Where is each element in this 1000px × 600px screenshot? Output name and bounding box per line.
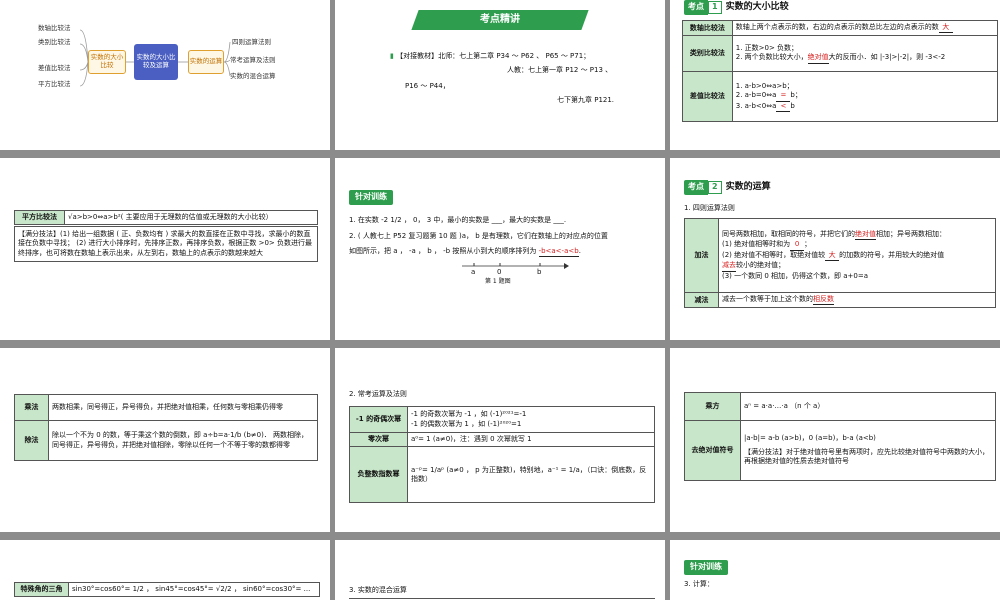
mm-right-node: 常考运算及法则 xyxy=(230,56,276,64)
slide-topic2: 考点 2 实数的运算 1. 四则运算法则 加法 同号两数相加，取相同的符号，并把… xyxy=(670,158,1000,340)
number-line xyxy=(462,263,569,269)
answer: < xyxy=(776,102,791,113)
power-abs-table: 乘方 aⁿ = a·a·…·a （n 个 a） 去绝对值符号 |a-b|= a-… xyxy=(684,392,996,481)
slide-topic1: 考点 1 实数的大小比较 数轴比较法 数轴上两个点表示的数，右边的点表示的数总比… xyxy=(670,0,1000,150)
table-row: 去绝对值符号 |a-b|= a-b (a>b)，0 (a=b)，b-a (a<b… xyxy=(684,420,996,481)
slide-practice2: 针对训练 3. 计算： xyxy=(670,540,1000,600)
question-2: 2. ( 人教七上 P52 复习题第 10 题 )a， b 是有理数，它们在数轴… xyxy=(349,232,608,240)
mm-topic-compare: 实数的大小比较 xyxy=(88,50,126,74)
table-row: 差值比较法 1. a-b>0⇔a>b； 2. a-b=0⇔a = b； 3. a-b… xyxy=(682,71,999,123)
table-row: 零次幂 a⁰= 1 (a≠0)，注：遇到 0 次幂就写 1 xyxy=(349,431,655,448)
mm-left-node: 类别比较法 xyxy=(38,38,71,46)
axis-label-a: a xyxy=(471,268,476,276)
slide-special-angles: 特殊角的三角 sin30°=cos60°= 1/2 ， sin45°=cos45… xyxy=(0,540,330,600)
practice-label: 针对训练 xyxy=(684,560,728,575)
answer: 大 xyxy=(938,23,953,34)
square-table: 平方比较法 √a>b>0⇔a>b²( 主要应用于无理数的估值或无理数的大小比较） xyxy=(14,209,318,226)
compare-table: 数轴比较法 数轴上两个点表示的数，右边的点表示的数总比左边的点表示的数大 类别比… xyxy=(682,19,999,123)
figure-caption: 第 1 题图 xyxy=(485,278,511,285)
section-banner: 考点精讲 xyxy=(411,10,589,30)
tip-box: 【满分技法】(1) 给出一组数据 ( 正、负数均有 ) 求最大的数直接在正数中寻… xyxy=(14,226,318,263)
add-sub-table: 加法 同号两数相加，取相同的符号，并把它们的绝对值相加；异号两数相加： (1) … xyxy=(684,218,996,309)
table-row: 类别比较法 1. 正数>0> 负数； 2. 两个负数比较大小，绝对值大的反而小．… xyxy=(682,35,999,73)
answer: 减去 xyxy=(722,261,736,272)
table-row: 乘法 两数相乘，同号得正，异号得负，并把绝对值相乘，任何数与零相乘仍得零 xyxy=(14,394,318,421)
slide-square-compare: 平方比较法 √a>b>0⇔a>b²( 主要应用于无理数的估值或无理数的大小比较）… xyxy=(0,158,330,340)
answer: 绝对值 xyxy=(855,230,876,241)
table-row: 除法 除以一个不为 0 的数，等于乘这个数的倒数，即 a÷b=a·1/b (b≠… xyxy=(14,420,318,461)
subheading: 1. 四则运算法则 xyxy=(684,204,735,212)
slide-common-ops: 2. 常考运算及法则 -1 的奇偶次幂 -1 的奇数次幂为 -1 ，如 (-1)… xyxy=(335,348,665,532)
table-row: 乘方 aⁿ = a·a·…·a （n 个 a） xyxy=(684,392,996,421)
ref-line: 七下第九章 P121. xyxy=(557,96,615,104)
question-3: 3. 计算： xyxy=(684,580,714,588)
textbook-reference: ▮ 【对接教材】北师：七上第二章 P34 ～ P62 、 P65 ～ P71； xyxy=(390,52,591,60)
slide-mixed-ops: 3. 实数的混合运算 xyxy=(335,540,665,600)
slide-mindmap: 数轴比较法 类别比较法 差值比较法 平方比较法 实数的大小比较 实数的大小比较及… xyxy=(0,0,330,150)
practice-label: 针对训练 xyxy=(349,190,393,205)
axis-label-0: 0 xyxy=(497,268,502,276)
answer: = xyxy=(776,91,791,102)
answer: -b<a<-a<b xyxy=(538,247,579,258)
table-row: 平方比较法 √a>b>0⇔a>b²( 主要应用于无理数的估值或无理数的大小比较） xyxy=(14,209,318,226)
axis-label-b: b xyxy=(537,268,542,276)
slide-mul-div: 乘法 两数相乘，同号得正，异号得负，并把绝对值相乘，任何数与零相乘仍得零 除法 … xyxy=(0,348,330,532)
mm-right-node: 实数的混合运算 xyxy=(230,72,276,80)
mm-left-node: 数轴比较法 xyxy=(38,24,71,32)
mm-right-node: 四则运算法则 xyxy=(232,38,271,46)
ref-line: 人教：七上第一章 P12 ～ P13 、 xyxy=(507,66,613,74)
answer: 绝对值 xyxy=(807,53,829,64)
slide-key-points: 考点精讲 ▮ 【对接教材】北师：七上第二章 P34 ～ P62 、 P65 ～ … xyxy=(335,0,665,150)
table-row: 减法 减去一个数等于加上这个数的相反数 xyxy=(684,291,996,309)
slide-power-abs: 乘方 aⁿ = a·a·…·a （n 个 a） 去绝对值符号 |a-b|= a-… xyxy=(670,348,1000,532)
answer: 0 xyxy=(790,240,805,251)
table-row: 特殊角的三角 sin30°=cos60°= 1/2 ， sin45°=cos45… xyxy=(14,581,320,598)
mm-left-node: 差值比较法 xyxy=(38,64,71,72)
answer: 大 xyxy=(825,251,840,262)
question-1: 1. 在实数 -2 1/2 ， 0， 3 中，最小的实数是 ___，最大的实数是… xyxy=(349,216,567,224)
question-2-cont: 如图所示，把 a ， -a ， b ， -b 按照从小到大的顺序排列为 -b<a… xyxy=(349,247,659,258)
mm-left-node: 平方比较法 xyxy=(38,80,71,88)
topic-heading: 考点 1 实数的大小比较 xyxy=(684,0,789,15)
ops-table: -1 的奇偶次幂 -1 的奇数次幂为 -1 ，如 (-1)²⁰²¹=-1 -1 的… xyxy=(349,406,655,504)
subheading: 3. 实数的混合运算 xyxy=(349,586,407,594)
mm-topic-operation: 实数的运算 xyxy=(188,50,224,74)
slide-practice1: 针对训练 1. 在实数 -2 1/2 ， 0， 3 中，最小的实数是 ___，最… xyxy=(335,158,665,340)
trig-table: 特殊角的三角 sin30°=cos60°= 1/2 ， sin45°=cos45… xyxy=(14,581,320,598)
table-row: 数轴比较法 数轴上两个点表示的数，右边的点表示的数总比左边的点表示的数大 xyxy=(682,19,999,37)
topic-heading: 考点 2 实数的运算 xyxy=(684,180,771,195)
mul-div-table: 乘法 两数相乘，同号得正，异号得负，并把绝对值相乘，任何数与零相乘仍得零 除法 … xyxy=(14,394,318,461)
mm-root: 实数的大小比较及运算 xyxy=(134,44,178,80)
table-row: 加法 同号两数相加，取相同的符号，并把它们的绝对值相加；异号两数相加： (1) … xyxy=(684,218,996,293)
book-icon: ▮ xyxy=(390,52,394,60)
table-row: -1 的奇偶次幂 -1 的奇数次幂为 -1 ，如 (-1)²⁰²¹=-1 -1 的… xyxy=(349,406,655,433)
table-row: 负整数指数幂 a⁻ᵖ= 1/aᵖ (a≠0 ， p 为正整数)，特别地，a⁻¹ … xyxy=(349,446,655,504)
ref-line: P16 ～ P44， xyxy=(405,82,450,90)
table-edge xyxy=(349,598,655,599)
answer: 相反数 xyxy=(813,295,834,306)
subheading: 2. 常考运算及法则 xyxy=(349,390,407,398)
